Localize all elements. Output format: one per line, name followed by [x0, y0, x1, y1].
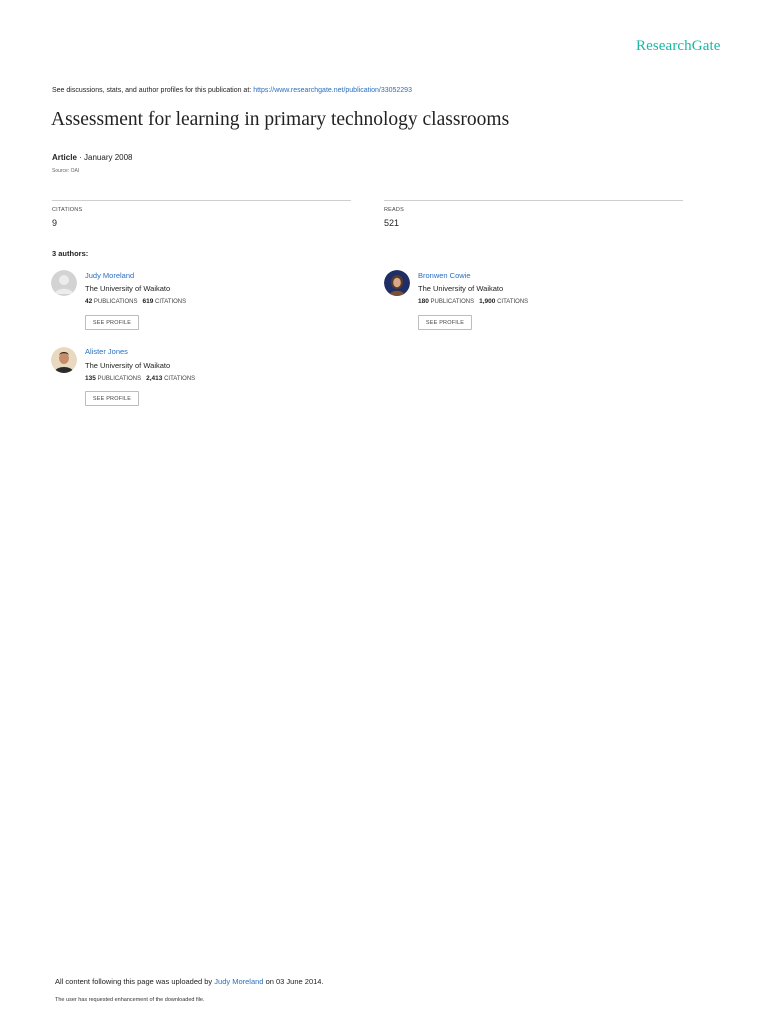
reads-divider — [384, 200, 683, 201]
citations-count: 619 — [142, 298, 154, 305]
author-stats: 42 PUBLICATIONS 619 CITATIONS — [85, 298, 186, 305]
see-profile-button[interactable]: SEE PROFILE — [418, 315, 472, 330]
publications-count: 42 — [85, 298, 93, 305]
citations-label: CITATIONS — [164, 376, 196, 382]
author-institution: The University of Waikato — [85, 284, 171, 293]
discussion-line: See discussions, stats, and author profi… — [52, 87, 412, 94]
publications-count: 180 — [418, 298, 429, 305]
citations-label: CITATIONS — [52, 207, 83, 213]
publications-label: PUBLICATIONS — [93, 299, 138, 305]
reads-label: READS — [384, 207, 404, 213]
source-note: Source: OAI — [52, 168, 80, 174]
upload-prefix: All content following this page was uplo… — [55, 977, 213, 986]
citations-count: 2,413 — [146, 375, 163, 382]
upload-suffix: on 03 June 2014. — [265, 977, 324, 986]
meta-separator: · — [76, 153, 85, 162]
see-profile-button[interactable]: SEE PROFILE — [85, 315, 139, 330]
citations-count: 1,900 — [479, 298, 496, 305]
citations-divider — [52, 200, 351, 201]
citations-label: CITATIONS — [155, 299, 187, 305]
author-institution: The University of Waikato — [85, 361, 171, 370]
article-type: Article — [52, 153, 77, 162]
author-name-link[interactable]: Alister Jones — [85, 347, 128, 356]
author-photo-icon[interactable] — [51, 347, 77, 373]
uploader-link[interactable]: Judy Moreland — [214, 977, 263, 986]
publication-date: January 2008 — [84, 153, 133, 162]
publications-count: 135 — [85, 375, 96, 382]
researchgate-logo[interactable]: ResearchGate — [636, 38, 720, 55]
publications-label: PUBLICATIONS — [430, 299, 475, 305]
author-stats: 135 PUBLICATIONS 2,413 CITATIONS — [85, 375, 195, 382]
see-profile-button[interactable]: SEE PROFILE — [85, 391, 139, 406]
publication-meta: Article · January 2008 — [52, 153, 133, 162]
enhancement-note: The user has requested enhancement of th… — [55, 997, 205, 1003]
author-name-link[interactable]: Judy Moreland — [85, 271, 134, 280]
publication-title: Assessment for learning in primary techn… — [51, 109, 510, 130]
reads-count: 521 — [384, 218, 400, 228]
discussion-text: See discussions, stats, and author profi… — [52, 87, 252, 94]
citations-label: CITATIONS — [497, 299, 529, 305]
author-name-link[interactable]: Bronwen Cowie — [418, 271, 471, 280]
publications-label: PUBLICATIONS — [97, 376, 142, 382]
avatar-placeholder-icon[interactable] — [51, 270, 77, 296]
author-institution: The University of Waikato — [418, 284, 504, 293]
author-stats: 180 PUBLICATIONS 1,900 CITATIONS — [418, 298, 528, 305]
publication-link[interactable]: https://www.researchgate.net/publication… — [253, 87, 412, 94]
authors-heading: 3 authors: — [52, 249, 89, 258]
citations-count: 9 — [52, 218, 58, 228]
author-photo-icon[interactable] — [384, 270, 410, 296]
upload-note: All content following this page was uplo… — [55, 977, 324, 986]
